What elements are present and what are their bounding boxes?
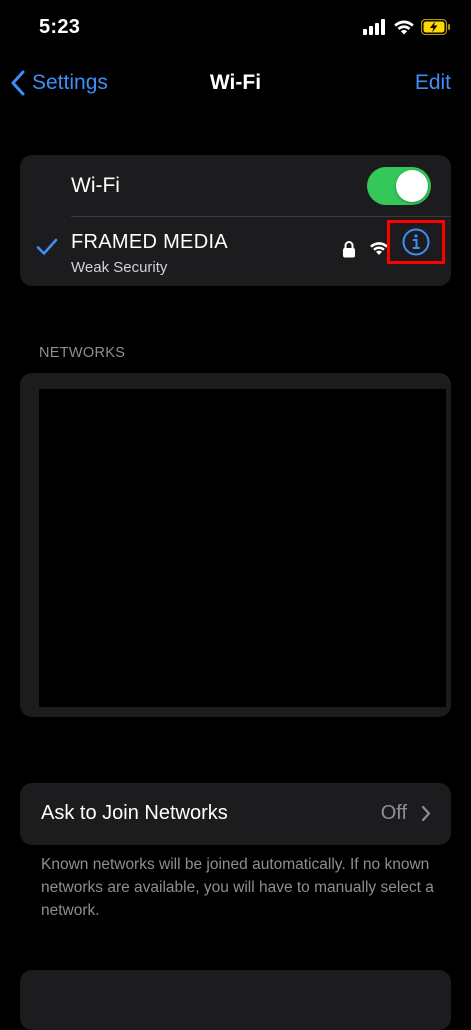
- wifi-toggle[interactable]: [367, 167, 431, 205]
- ask-to-join-row[interactable]: Ask to Join Networks Off: [20, 783, 451, 845]
- info-circle-icon: [402, 228, 430, 256]
- battery-charging-icon: [421, 19, 450, 35]
- lock-icon: [343, 241, 355, 258]
- cellular-signal-icon: [363, 19, 385, 35]
- wifi-status-icon: [394, 20, 414, 35]
- networks-list-card: [20, 373, 451, 717]
- ask-to-join-value: Off: [380, 802, 407, 824]
- info-button[interactable]: [387, 220, 445, 264]
- edit-button[interactable]: Edit: [415, 71, 451, 95]
- ask-to-join-footnote: Known networks will be joined automatica…: [41, 856, 434, 919]
- wifi-icon: [370, 242, 388, 255]
- page-title: Wi-Fi: [209, 71, 262, 94]
- nav-bar: Settings Wi-Fi Edit: [0, 56, 471, 112]
- wifi-card: Wi-Fi FRAMED MEDIA Weak Security: [20, 155, 451, 286]
- status-time: 5:23: [39, 16, 81, 38]
- checkmark-icon: [36, 238, 58, 255]
- networks-section-header: NETWORKS: [39, 345, 126, 361]
- chevron-right-icon: [421, 805, 431, 822]
- toggle-knob: [396, 170, 428, 202]
- connected-network-row[interactable]: FRAMED MEDIA Weak Security: [20, 217, 451, 286]
- status-bar: 5:23: [0, 0, 471, 56]
- network-name: FRAMED MEDIA: [71, 231, 228, 253]
- wifi-toggle-label: Wi-Fi: [71, 174, 120, 197]
- next-settings-card: [20, 970, 451, 1030]
- ask-to-join-label: Ask to Join Networks: [41, 802, 228, 824]
- status-icons: [363, 19, 451, 35]
- wifi-toggle-row: Wi-Fi: [20, 155, 451, 217]
- network-security-note: Weak Security: [71, 259, 168, 276]
- networks-list-redacted: [39, 389, 446, 707]
